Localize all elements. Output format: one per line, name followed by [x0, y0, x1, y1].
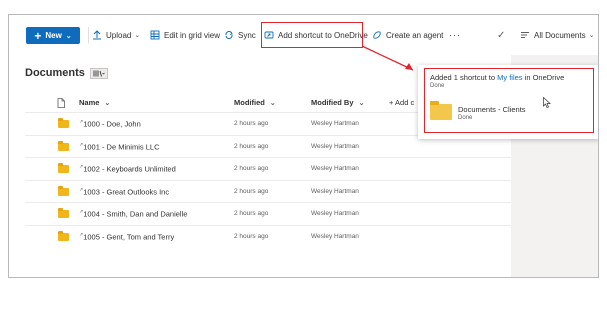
notification-highlight-box: Added 1 shortcut to My files in OneDrive… — [424, 68, 594, 133]
modified-by-cell: Wesley Hartman — [311, 120, 359, 127]
chevron-down-icon: ⌄ — [358, 100, 365, 107]
file-name[interactable]: ↗1004 - Smith, Dan and Danielle — [79, 209, 187, 219]
notification-message: Added 1 shortcut to My files in OneDrive — [430, 73, 564, 82]
folder-icon — [58, 118, 69, 128]
more-icon[interactable]: ··· — [449, 15, 461, 55]
grid-icon — [149, 30, 160, 41]
shortcut-item-status: Done — [458, 115, 473, 121]
create-agent-button[interactable]: Create an agent — [371, 15, 443, 55]
modified-by-cell: Wesley Hartman — [311, 165, 359, 172]
file-name-text: 1000 - Doe, John — [83, 119, 141, 129]
modified-by-cell: Wesley Hartman — [311, 210, 359, 217]
column-header-name[interactable]: Name ⌄ — [79, 98, 110, 107]
file-name[interactable]: ↗1005 - Gent, Tom and Terry — [79, 232, 174, 242]
file-name-text: 1003 - Great Outlooks Inc — [83, 187, 170, 196]
shortcut-notification: Added 1 shortcut to My files in OneDrive… — [418, 65, 598, 139]
view-list-icon — [519, 30, 530, 41]
add-column-button[interactable]: + Add c — [389, 98, 414, 107]
modified-cell: 2 hours ago — [234, 165, 269, 172]
modified-cell: 2 hours ago — [234, 187, 269, 195]
library-title-row: Documents — [25, 67, 108, 79]
chevron-down-icon: ⌄ — [65, 32, 72, 40]
command-bar: + New ⌄ Upload ⌄ Edit in grid view Sync — [9, 15, 598, 55]
chevron-down-icon: ⌄ — [104, 100, 111, 107]
library-view-button[interactable] — [89, 67, 108, 79]
my-files-link[interactable]: My files — [497, 73, 522, 82]
sync-icon — [223, 30, 234, 41]
modified-by-cell: Wesley Hartman — [311, 142, 359, 150]
column-modified-label: Modified — [234, 98, 265, 107]
file-name-text: 1001 - De Minimis LLC — [83, 142, 160, 151]
new-button[interactable]: + New ⌄ — [26, 27, 80, 44]
table-row[interactable]: ↗1004 - Smith, Dan and Danielle 2 hours a… — [25, 202, 511, 224]
column-header-modified-by[interactable]: Modified By ⌄ — [311, 98, 364, 107]
folder-icon — [58, 163, 69, 173]
file-name[interactable]: ↗1003 - Great Outlooks Inc — [79, 187, 169, 197]
edit-grid-label: Edit in grid view — [164, 30, 221, 40]
modified-cell: 2 hours ago — [234, 142, 269, 150]
library-icon — [93, 70, 105, 77]
shortcut-item-name[interactable]: Documents - Clients — [458, 105, 526, 114]
sync-button[interactable]: Sync — [223, 15, 256, 55]
file-type-icon[interactable] — [57, 98, 65, 110]
table-row[interactable]: ↗1002 - Keyboards Unlimited 2 hours ago We… — [25, 157, 511, 179]
sync-label: Sync — [238, 30, 256, 40]
modified-by-cell: Wesley Hartman — [311, 187, 359, 195]
column-header-modified[interactable]: Modified ⌄ — [234, 98, 276, 107]
cursor-icon — [543, 97, 551, 108]
upload-button[interactable]: Upload ⌄ — [91, 15, 140, 55]
notification-message-suffix: in OneDrive — [522, 73, 565, 82]
file-name[interactable]: ↗1002 - Keyboards Unlimited — [79, 164, 176, 174]
agent-icon — [371, 30, 382, 41]
column-name-label: Name — [79, 98, 100, 107]
table-row[interactable]: ↗1005 - Gent, Tom and Terry 2 hours ago We… — [25, 224, 511, 247]
new-button-label: New — [45, 31, 62, 40]
file-name-text: 1005 - Gent, Tom and Terry — [83, 232, 175, 241]
column-modified-by-label: Modified By — [311, 98, 354, 107]
check-icon[interactable]: ✓ — [497, 15, 505, 55]
table-row[interactable]: ↗1003 - Great Outlooks Inc 2 hours ago Wes… — [25, 179, 511, 202]
folder-icon — [58, 185, 69, 196]
file-name[interactable]: ↗1001 - De Minimis LLC — [79, 142, 159, 152]
edit-grid-button[interactable]: Edit in grid view — [149, 15, 220, 55]
upload-icon — [91, 30, 102, 41]
folder-icon — [58, 208, 69, 218]
notification-message-prefix: Added 1 shortcut to — [430, 73, 498, 82]
chevron-down-icon: ⌄ — [588, 32, 595, 39]
folder-icon — [430, 101, 452, 120]
chevron-down-icon: ⌄ — [269, 100, 276, 107]
toolbar-divider — [88, 27, 89, 43]
shortcut-highlight-box — [261, 22, 363, 48]
all-documents-label: All Documents — [534, 30, 586, 40]
all-documents-view-selector[interactable]: All Documents ⌄ — [519, 15, 594, 55]
plus-icon: + — [34, 28, 42, 43]
modified-cell: 2 hours ago — [234, 120, 269, 127]
file-name[interactable]: ↗1000 - Doe, John — [79, 119, 141, 129]
page-title: Documents — [25, 67, 85, 79]
sharepoint-window: + New ⌄ Upload ⌄ Edit in grid view Sync — [8, 14, 599, 278]
modified-by-cell: Wesley Hartman — [311, 232, 359, 240]
create-agent-label: Create an agent — [386, 30, 444, 40]
folder-icon — [58, 230, 69, 241]
file-name-text: 1004 - Smith, Dan and Danielle — [83, 209, 188, 219]
modified-cell: 2 hours ago — [234, 232, 269, 240]
upload-label: Upload — [106, 30, 132, 40]
modified-cell: 2 hours ago — [234, 210, 269, 217]
notification-status: Done — [430, 83, 445, 89]
folder-icon — [58, 140, 69, 151]
file-name-text: 1002 - Keyboards Unlimited — [83, 164, 176, 174]
chevron-down-icon: ⌄ — [134, 32, 141, 39]
